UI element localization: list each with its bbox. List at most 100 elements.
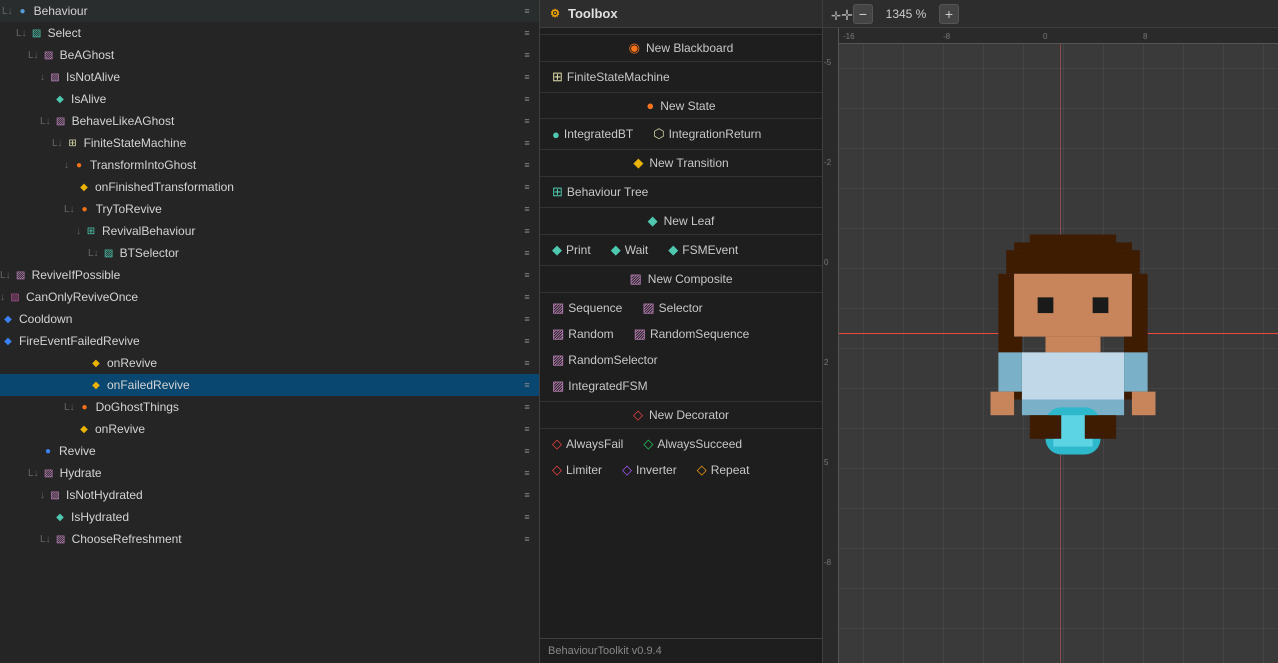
tree-row[interactable]: ●Revive≡ [0,440,539,462]
toolbox-item-sequence[interactable]: ▨ Sequence [548,298,626,318]
tree-row[interactable]: ↓▨IsNotHydrated≡ [0,484,539,506]
tree-scroll-btn[interactable]: ≡ [519,198,535,220]
section-icon: ▨ [630,271,642,287]
toolbox-item-wait[interactable]: ◆ Wait [607,240,653,260]
tree-item-label: IsHydrated [71,510,519,524]
item-icon: ◇ [552,462,562,478]
tree-row[interactable]: L↓▨ChooseRefreshment≡ [0,528,539,550]
tree-item-icon: ▨ [41,465,57,481]
toolbox-item-limiter[interactable]: ◇ Limiter [548,460,606,480]
tree-row[interactable]: ◆onRevive≡ [0,352,539,374]
toolbox-section-header[interactable]: ◇ New Decorator [540,401,822,429]
toolbox-item-finitestatemachine[interactable]: ⊞ FiniteStateMachine [548,67,674,87]
toolbox-item-integratedfsm[interactable]: ▨ IntegratedFSM [548,376,652,396]
tree-scroll-btn[interactable]: ≡ [519,0,535,22]
tree-row[interactable]: ◆onRevive≡ [0,418,539,440]
tree-row[interactable]: L↓▨Hydrate≡ [0,462,539,484]
tree-scroll-btn[interactable]: ≡ [519,176,535,198]
tree-scroll-btn[interactable]: ≡ [519,440,535,462]
tree-row[interactable]: ◆onFinishedTransformation≡ [0,176,539,198]
toolbox-section-header[interactable]: ▨ New Composite [540,265,822,293]
tree-row[interactable]: L↓▨BehaveLikeAGhost≡ [0,110,539,132]
toolbox-items-row: ◇ AlwaysFail ◇ AlwaysSucceed [540,431,822,457]
canvas-area[interactable]: -16 -8 0 8 -5 -2 0 2 5 -8 [823,28,1278,663]
zoom-out-button[interactable]: − [853,4,873,24]
tree-scroll-btn[interactable]: ≡ [519,374,535,396]
tree-connector: L↓ [88,248,99,259]
tree-row[interactable]: L↓●Behaviour≡ [0,0,539,22]
tree-row[interactable]: L↓▨ReviveIfPossible≡ [0,264,539,286]
toolbox-item-alwaysfail[interactable]: ◇ AlwaysFail [548,434,627,454]
tree-scroll-btn[interactable]: ≡ [519,22,535,44]
tree-scroll-btn[interactable]: ≡ [519,418,535,440]
tree-scroll-btn[interactable]: ≡ [519,242,535,264]
toolbox-item-inverter[interactable]: ◇ Inverter [618,460,681,480]
tree-row[interactable]: ◆FireEventFailedRevive≡ [0,330,539,352]
toolbox-item-alwayssucceed[interactable]: ◇ AlwaysSucceed [639,434,746,454]
tree-scroll-btn[interactable]: ≡ [519,110,535,132]
tree-connector: L↓ [2,6,13,17]
toolbox-section-header[interactable]: ◆ New Transition [540,149,822,177]
tree-scroll-btn[interactable]: ≡ [519,484,535,506]
toolbox-item-randomsequence[interactable]: ▨ RandomSequence [630,324,754,344]
toolbox-section-header[interactable]: ◆ New Leaf [540,207,822,235]
tree-scroll-btn[interactable]: ≡ [519,44,535,66]
tree-item-label: Cooldown [19,312,519,326]
tree-item-label: FireEventFailedRevive [19,334,519,348]
toolbox-item-selector[interactable]: ▨ Selector [638,298,706,318]
toolbox-section-header[interactable]: ● New State [540,92,822,119]
toolbox-item-behaviour-tree[interactable]: ⊞ Behaviour Tree [548,182,652,202]
tree-row[interactable]: ↓▨IsNotAlive≡ [0,66,539,88]
tree-item-label: Behaviour [34,4,519,18]
tree-item-label: Hydrate [60,466,519,480]
toolbox-body[interactable]: ◉ New Blackboard ⊞ FiniteStateMachine ● Ne… [540,28,822,638]
toolbox-item-repeat[interactable]: ◇ Repeat [693,460,754,480]
tree-container[interactable]: L↓●Behaviour≡L↓▨Select≡L↓▨BeAGhost≡↓▨IsN… [0,0,539,663]
tree-row[interactable]: L↓●DoGhostThings≡ [0,396,539,418]
tree-scroll-btn[interactable]: ≡ [519,154,535,176]
tree-scroll-btn[interactable]: ≡ [519,396,535,418]
toolbox-item-randomselector[interactable]: ▨ RandomSelector [548,350,662,370]
tree-scroll-btn[interactable]: ≡ [519,66,535,88]
tree-row[interactable]: L↓⊞FiniteStateMachine≡ [0,132,539,154]
toolbox-item-random[interactable]: ▨ Random [548,324,618,344]
tree-scroll-btn[interactable]: ≡ [519,462,535,484]
tree-scroll-btn[interactable]: ≡ [519,220,535,242]
item-label: AlwaysFail [566,437,623,451]
tree-item-icon: ▨ [53,113,69,129]
tree-row[interactable]: L↓▨BeAGhost≡ [0,44,539,66]
tree-connector: L↓ [40,116,51,127]
toolbox-item-integrationreturn[interactable]: ⬡ IntegrationReturn [649,124,765,144]
tree-row[interactable]: ◆onFailedRevive≡ [0,374,539,396]
tree-connector: ↓ [40,72,45,83]
tree-row[interactable]: L↓●TryToRevive≡ [0,198,539,220]
tree-row[interactable]: ◆IsHydrated≡ [0,506,539,528]
tree-scroll-btn[interactable]: ≡ [519,308,535,330]
tree-row[interactable]: ◆IsAlive≡ [0,88,539,110]
tree-item-icon: ▨ [47,69,63,85]
tree-scroll-btn[interactable]: ≡ [519,264,535,286]
toolbox-item-fsmevent[interactable]: ◆ FSMEvent [664,240,742,260]
toolbox-version: BehaviourToolkit v0.9.4 [548,645,662,657]
zoom-in-button[interactable]: + [939,4,959,24]
tree-scroll-btn[interactable]: ≡ [519,286,535,308]
toolbox-item-integratedbt[interactable]: ● IntegratedBT [548,125,637,144]
section-label: New Composite [648,272,733,286]
tree-scroll-btn[interactable]: ≡ [519,528,535,550]
tree-scroll-btn[interactable]: ≡ [519,352,535,374]
tree-row[interactable]: L↓▨Select≡ [0,22,539,44]
tree-scroll-btn[interactable]: ≡ [519,506,535,528]
tree-scroll-btn[interactable]: ≡ [519,132,535,154]
item-label: Limiter [566,463,602,477]
toolbox-section-header[interactable]: ◉ New Blackboard [540,34,822,62]
tree-row[interactable]: ↓⊞RevivalBehaviour≡ [0,220,539,242]
tree-scroll-btn[interactable]: ≡ [519,330,535,352]
tree-row[interactable]: ↓●TransformIntoGhost≡ [0,154,539,176]
tree-row[interactable]: ◆Cooldown≡ [0,308,539,330]
tree-row[interactable]: L↓▨BTSelector≡ [0,242,539,264]
tree-scroll-btn[interactable]: ≡ [519,88,535,110]
tree-item-label: RevivalBehaviour [102,224,519,238]
toolbox-item-print[interactable]: ◆ Print [548,240,595,260]
item-label: Repeat [711,463,750,477]
tree-row[interactable]: ↓▨CanOnlyReviveOnce≡ [0,286,539,308]
